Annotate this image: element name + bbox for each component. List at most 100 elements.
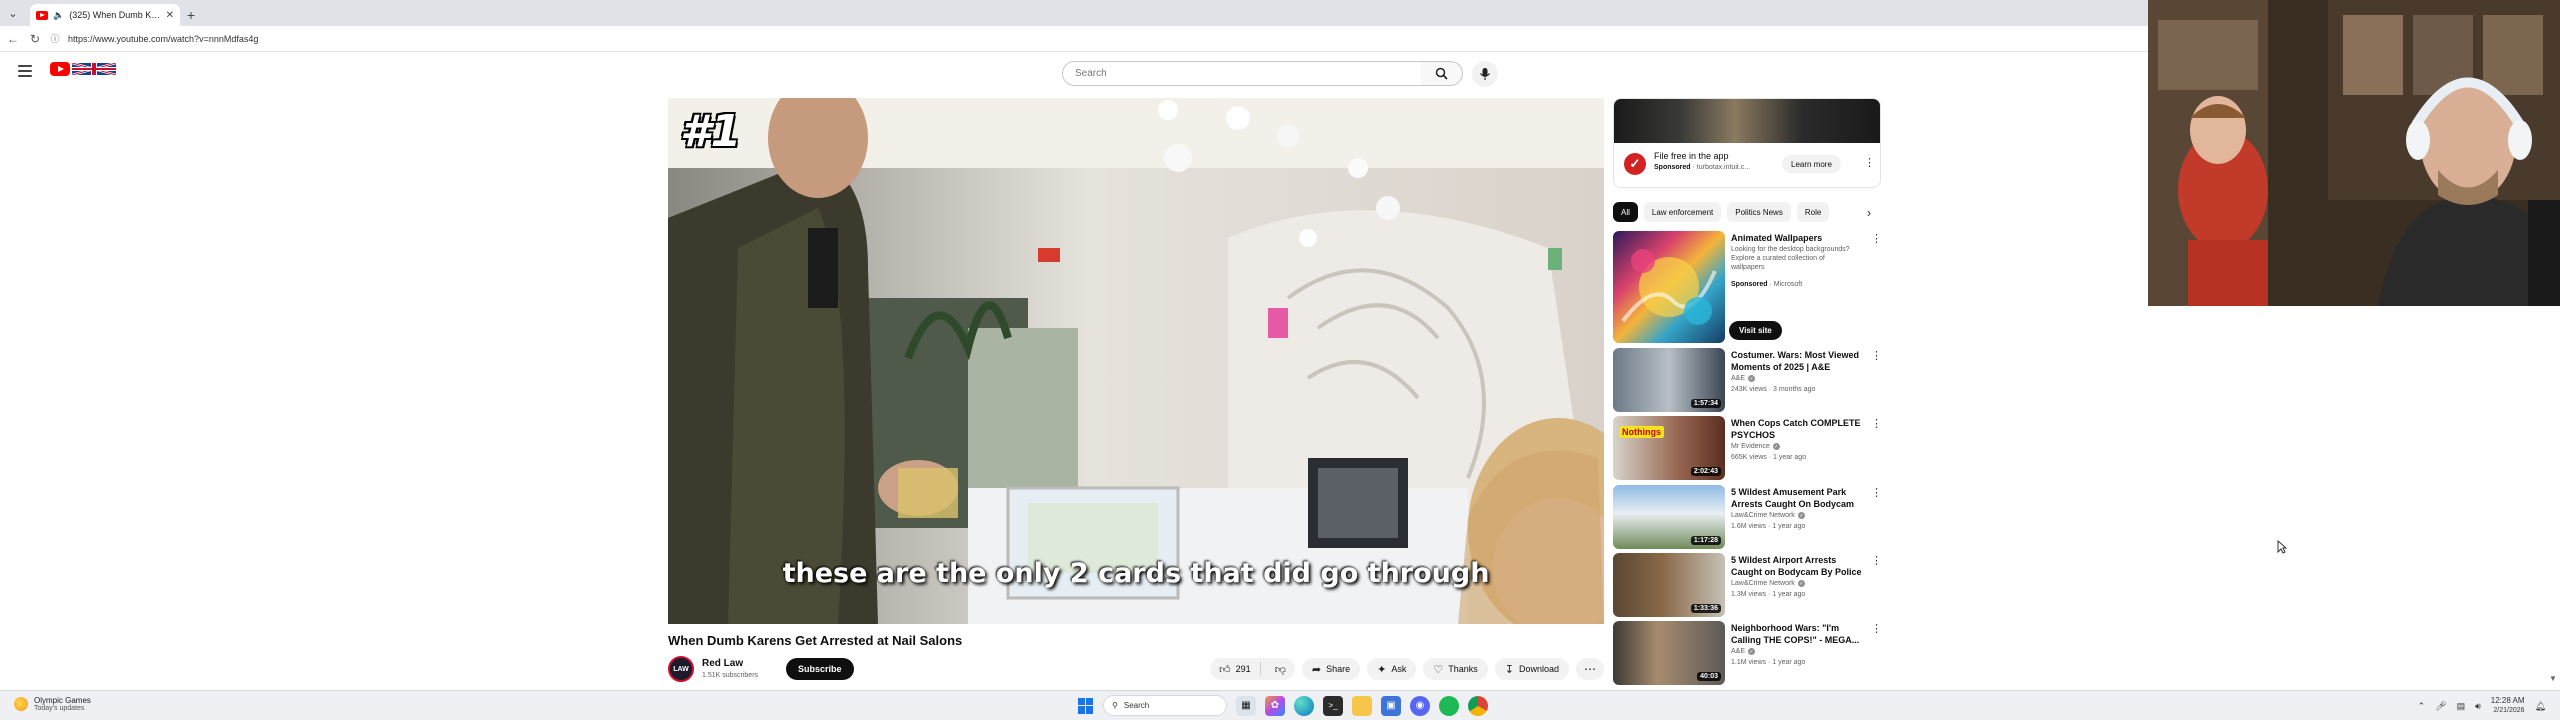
- tab-close-icon[interactable]: ✕: [166, 10, 174, 21]
- filter-chips: All Law enforcement Politics News Role: [1613, 202, 1881, 222]
- recommendation-meta: 1.3M views · 1 year ago: [1731, 591, 1806, 598]
- share-label: Share: [1326, 664, 1351, 674]
- recommendation-item[interactable]: 1:17:28 5 Wildest Amusement Park Arrests…: [1613, 485, 1882, 549]
- recommendation-meta: 1.6M views · 1 year ago: [1731, 523, 1806, 530]
- ad-card[interactable]: ✓ File free in the app Sponsored · turbo…: [1613, 98, 1881, 188]
- discord-icon[interactable]: ◉: [1410, 695, 1430, 716]
- url-field[interactable]: https://www.youtube.com/watch?v=nnnMdfas…: [68, 34, 258, 44]
- duration-badge: 1:57:34: [1690, 399, 1721, 408]
- sparkle-icon: ✦: [1377, 663, 1387, 676]
- share-button[interactable]: ➦ Share: [1301, 658, 1361, 680]
- search-icon: [1435, 67, 1448, 80]
- volume-icon[interactable]: 🔊︎: [2475, 701, 2481, 712]
- chips-next-chevron-icon[interactable]: ›: [1857, 202, 1881, 222]
- recommendation-meta: 243K views · 3 months ago: [1731, 386, 1816, 393]
- copilot-icon[interactable]: ✿: [1265, 695, 1285, 716]
- file-explorer-icon[interactable]: [1352, 695, 1372, 716]
- back-arrow-icon[interactable]: ←: [6, 32, 20, 46]
- recommendation-kebab-icon[interactable]: ⋮: [1871, 349, 1882, 362]
- widgets-button[interactable]: Olympic Games Today's updates: [14, 696, 91, 712]
- subscribe-button[interactable]: Subscribe: [786, 658, 854, 680]
- windows-start-icon[interactable]: [1078, 697, 1094, 714]
- ad-options-kebab-icon[interactable]: ⋮: [1864, 156, 1875, 169]
- learn-more-button[interactable]: Learn more: [1782, 155, 1841, 173]
- chrome-icon[interactable]: [1468, 695, 1488, 716]
- taskbar-apps: ⚲ Search ▦ ✿ >_ ▣ ◉: [1078, 695, 1488, 716]
- more-actions-button[interactable]: ⋯: [1576, 658, 1604, 680]
- download-button[interactable]: ↧ Download: [1494, 658, 1569, 680]
- speaker-icon[interactable]: 🔈: [53, 10, 64, 21]
- recommendation-kebab-icon[interactable]: ⋮: [1871, 417, 1882, 430]
- recommendation-meta: 1.1M views · 1 year ago: [1731, 659, 1806, 666]
- voice-search-button[interactable]: [1472, 61, 1498, 87]
- taskbar-search[interactable]: ⚲ Search: [1103, 695, 1227, 716]
- spotify-icon[interactable]: [1439, 695, 1459, 716]
- tray-overflow-chevron-icon[interactable]: ⌃: [2418, 701, 2426, 712]
- duration-badge: 1:17:28: [1690, 536, 1721, 545]
- ad-banner-image: [1614, 99, 1880, 143]
- clock[interactable]: 12:28 AM 2/21/2026: [2491, 696, 2525, 716]
- recommendation-item[interactable]: 1:57:34 Costumer. Wars: Most Viewed Mome…: [1613, 348, 1882, 412]
- notifications-bell-icon[interactable]: 🔔︎: [2535, 701, 2546, 712]
- chip-all[interactable]: All: [1613, 202, 1638, 222]
- visit-site-button[interactable]: Visit site: [1729, 321, 1782, 340]
- clock-time: 12:28 AM: [2490, 696, 2525, 705]
- edge-browser-icon[interactable]: [1294, 695, 1314, 716]
- recommendation-item[interactable]: 40:03 Neighborhood Wars: "I'm Calling TH…: [1613, 621, 1882, 685]
- ask-button[interactable]: ✦ Ask: [1367, 658, 1417, 680]
- tab-title: (325) When Dumb Karens Get Arrested at N…: [69, 10, 160, 20]
- like-button[interactable]: 👍︎ 291: [1210, 662, 1261, 676]
- terminal-icon[interactable]: >_: [1323, 695, 1343, 716]
- promo-title: Animated Wallpapers: [1731, 233, 1823, 243]
- widgets-title: Olympic Games: [34, 696, 91, 705]
- youtube-logo-icon[interactable]: [50, 62, 70, 76]
- chip-politics-news[interactable]: Politics News: [1727, 202, 1791, 222]
- recommendation-item[interactable]: Nothings 2:02:43 When Cops Catch COMPLET…: [1613, 416, 1882, 480]
- clock-date: 2/21/2026: [2493, 707, 2525, 714]
- recommendation-channel: Law&Crime Network ✓: [1731, 512, 1805, 519]
- recommendation-kebab-icon[interactable]: ⋮: [1871, 486, 1882, 499]
- screen: ⌄ 🔈 (325) When Dumb Karens Get Arrested …: [0, 0, 2560, 720]
- task-view-icon[interactable]: ▦: [1236, 695, 1256, 716]
- doodle-flag-icon[interactable]: [72, 63, 116, 75]
- recommendation-kebab-icon[interactable]: ⋮: [1871, 622, 1882, 635]
- microphone-tray-icon[interactable]: 🎤︎: [2435, 701, 2446, 712]
- subscriber-count: 1.51K subscribers: [702, 672, 759, 679]
- thumbs-down-icon[interactable]: 👎︎: [1266, 663, 1295, 676]
- scroll-down-arrow-icon[interactable]: ▼: [2549, 674, 2557, 683]
- reload-icon[interactable]: ↻: [28, 32, 42, 46]
- download-label: Download: [1518, 664, 1559, 674]
- search-button[interactable]: [1421, 61, 1463, 86]
- youtube-favicon-icon: [36, 10, 48, 20]
- promo-options-kebab-icon[interactable]: ⋮: [1871, 232, 1882, 245]
- address-bar: ← ↻ ⓘ https://www.youtube.com/watch?v=nn…: [0, 26, 2148, 52]
- mouse-cursor-icon: [2277, 540, 2287, 554]
- recommendation-thumbnail: 40:03: [1613, 621, 1725, 685]
- recommendation-kebab-icon[interactable]: ⋮: [1871, 554, 1882, 567]
- video-player[interactable]: #1 these are the only 2 cards that did g…: [668, 98, 1604, 624]
- download-arrow-icon: ↧: [1504, 663, 1514, 676]
- recommendation-channel: Law&Crime Network ✓: [1731, 580, 1805, 587]
- search-input[interactable]: Search: [1062, 61, 1422, 86]
- network-icon[interactable]: ▤: [2457, 701, 2466, 712]
- olympic-torch-icon: [14, 697, 28, 711]
- browser-tab-youtube[interactable]: 🔈 (325) When Dumb Karens Get Arrested at…: [30, 4, 180, 26]
- store-icon[interactable]: ▣: [1381, 695, 1401, 716]
- chip-law-enforcement[interactable]: Law enforcement: [1643, 202, 1722, 222]
- thanks-button[interactable]: ♡ Thanks: [1423, 658, 1488, 680]
- menu-hamburger-icon[interactable]: [18, 65, 32, 77]
- channel-avatar[interactable]: LAW: [668, 656, 694, 682]
- promoted-item[interactable]: Animated Wallpapers Looking for the desk…: [1613, 231, 1882, 343]
- recommendation-channel: A&E ✓: [1731, 375, 1756, 382]
- chip-role[interactable]: Role: [1796, 202, 1830, 222]
- taskbar-search-label: Search: [1123, 701, 1150, 710]
- new-tab-button[interactable]: +: [180, 4, 202, 26]
- channel-label: Mr Evidence: [1731, 443, 1770, 450]
- channel-name[interactable]: Red Law: [702, 658, 743, 669]
- verified-check-icon: ✓: [1797, 580, 1805, 587]
- rank-overlay: #1: [680, 106, 742, 157]
- site-info-icon[interactable]: ⓘ: [50, 32, 60, 45]
- recommendation-item[interactable]: 1:33:36 5 Wildest Airport Arrests Caught…: [1613, 553, 1882, 617]
- recommendation-thumbnail: 1:33:36: [1613, 553, 1725, 617]
- tab-list-chevron-icon[interactable]: ⌄: [0, 0, 26, 26]
